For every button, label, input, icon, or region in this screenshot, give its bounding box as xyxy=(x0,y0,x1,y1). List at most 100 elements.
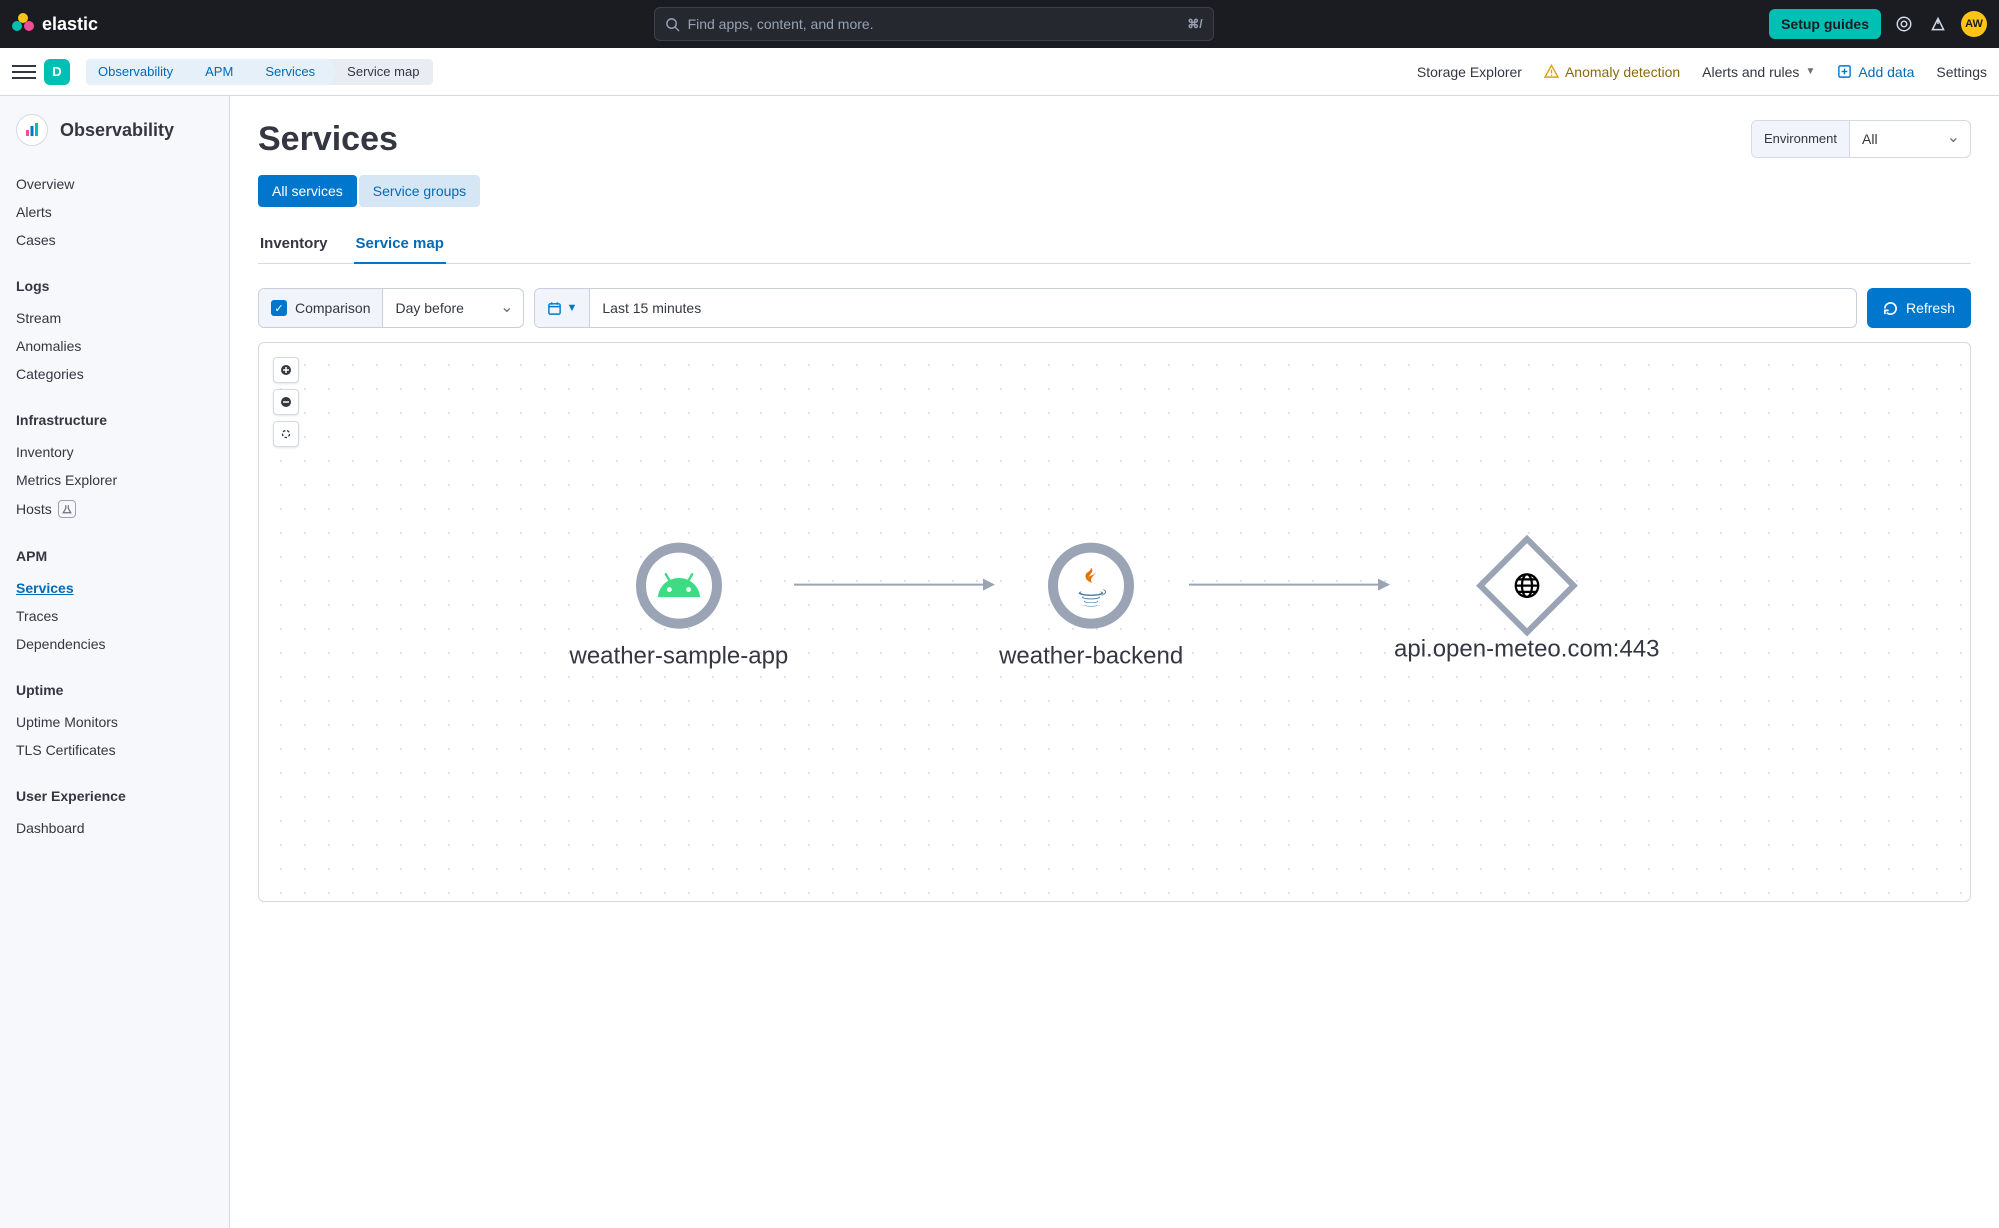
refresh-button[interactable]: Refresh xyxy=(1867,288,1971,328)
help-icon[interactable] xyxy=(1927,13,1949,35)
zoom-in-button[interactable] xyxy=(273,357,299,383)
sidebar-group-uptime: Uptime Uptime Monitors TLS Certificates xyxy=(16,682,213,764)
checkbox-checked-icon: ✓ xyxy=(271,300,287,316)
elastic-logo[interactable]: elastic xyxy=(12,13,98,35)
group-title-logs: Logs xyxy=(16,278,213,294)
date-picker: ▼ Last 15 minutes xyxy=(534,288,1856,328)
android-icon xyxy=(656,563,702,609)
sidebar-item-hosts[interactable]: Hosts xyxy=(16,494,213,524)
globe-icon xyxy=(1512,571,1542,601)
sidebar-item-services[interactable]: Services xyxy=(16,574,213,602)
group-title-apm: APM xyxy=(16,548,213,564)
add-data-label: Add data xyxy=(1858,64,1914,80)
alerts-label: Alerts and rules xyxy=(1702,64,1799,80)
comparison-toggle[interactable]: ✓ Comparison xyxy=(259,289,383,327)
setup-guides-button[interactable]: Setup guides xyxy=(1769,9,1881,39)
breadcrumbs: Observability APM Services Service map xyxy=(86,59,433,85)
global-search[interactable]: ⌘/ xyxy=(654,7,1214,41)
date-range-value[interactable]: Last 15 minutes xyxy=(590,289,1856,327)
sidebar-item-overview[interactable]: Overview xyxy=(16,170,213,198)
sub-nav: D Observability APM Services Service map… xyxy=(0,48,1999,96)
sidebar-item-inventory[interactable]: Inventory xyxy=(16,438,213,466)
sidebar-item-uptime-monitors[interactable]: Uptime Monitors xyxy=(16,708,213,736)
service-map-canvas[interactable]: weather-sample-app weather-backend api.o… xyxy=(258,342,1971,902)
sidebar-item-cases[interactable]: Cases xyxy=(16,226,213,254)
warning-icon xyxy=(1544,64,1559,79)
sidebar-top-group: Overview Alerts Cases xyxy=(16,170,213,254)
tab-service-map[interactable]: Service map xyxy=(354,227,446,264)
storage-explorer-link[interactable]: Storage Explorer xyxy=(1417,64,1522,80)
service-node-java[interactable]: weather-backend xyxy=(999,543,1183,671)
nav-toggle-button[interactable] xyxy=(12,60,36,84)
tab-inventory[interactable]: Inventory xyxy=(258,227,330,264)
logo-icon xyxy=(12,13,34,35)
search-input[interactable] xyxy=(688,16,1180,32)
pill-all-services[interactable]: All services xyxy=(258,175,357,207)
sidebar: Observability Overview Alerts Cases Logs… xyxy=(0,96,230,1228)
sidebar-item-dependencies[interactable]: Dependencies xyxy=(16,630,213,658)
node-label: api.open-meteo.com:443 xyxy=(1394,636,1660,664)
sidebar-title: Observability xyxy=(60,120,174,141)
sidebar-item-traces[interactable]: Traces xyxy=(16,602,213,630)
breadcrumb-current: Service map xyxy=(329,59,433,85)
brand-text: elastic xyxy=(42,14,98,35)
sidebar-group-ux: User Experience Dashboard xyxy=(16,788,213,842)
sidebar-item-stream[interactable]: Stream xyxy=(16,304,213,332)
observability-icon xyxy=(16,114,48,146)
breadcrumb-services[interactable]: Services xyxy=(247,59,329,85)
breadcrumb-observability[interactable]: Observability xyxy=(86,59,187,85)
calendar-icon xyxy=(547,301,562,316)
settings-link[interactable]: Settings xyxy=(1936,64,1987,80)
node-shape xyxy=(636,543,722,629)
add-data-icon xyxy=(1837,64,1852,79)
hosts-label: Hosts xyxy=(16,501,52,517)
refresh-icon xyxy=(1883,301,1898,316)
comparison-select[interactable]: Day before xyxy=(383,289,523,327)
breadcrumb-apm[interactable]: APM xyxy=(187,59,247,85)
anomaly-detection-link[interactable]: Anomaly detection xyxy=(1544,64,1680,80)
pill-service-groups[interactable]: Service groups xyxy=(359,175,480,207)
sidebar-group-logs: Logs Stream Anomalies Categories xyxy=(16,278,213,388)
sidebar-group-infrastructure: Infrastructure Inventory Metrics Explore… xyxy=(16,412,213,524)
plus-icon xyxy=(280,364,292,376)
topbar-right: Setup guides AW xyxy=(1769,9,1987,39)
sidebar-item-dashboard[interactable]: Dashboard xyxy=(16,814,213,842)
chevron-down-icon: ▼ xyxy=(566,302,577,314)
sidebar-item-metrics-explorer[interactable]: Metrics Explorer xyxy=(16,466,213,494)
fit-button[interactable] xyxy=(273,421,299,447)
sidebar-item-alerts[interactable]: Alerts xyxy=(16,198,213,226)
service-node-external[interactable]: api.open-meteo.com:443 xyxy=(1394,550,1660,664)
minus-icon xyxy=(280,396,292,408)
java-icon xyxy=(1069,564,1113,608)
zoom-controls xyxy=(273,357,299,447)
group-title-infra: Infrastructure xyxy=(16,412,213,428)
page-title: Services xyxy=(258,120,398,159)
service-node-android[interactable]: weather-sample-app xyxy=(570,543,789,671)
user-avatar[interactable]: AW xyxy=(1961,11,1987,37)
search-shortcut: ⌘/ xyxy=(1187,17,1202,31)
sidebar-header[interactable]: Observability xyxy=(16,114,213,146)
search-icon xyxy=(665,17,680,32)
service-view-pills: All services Service groups xyxy=(258,175,1971,207)
env-select[interactable]: All xyxy=(1850,121,1970,157)
sidebar-item-categories[interactable]: Categories xyxy=(16,360,213,388)
alerts-rules-link[interactable]: Alerts and rules ▼ xyxy=(1702,64,1815,80)
newsfeed-icon[interactable] xyxy=(1893,13,1915,35)
edge-arrow xyxy=(1189,584,1388,586)
space-selector[interactable]: D xyxy=(44,59,70,85)
group-title-uptime: Uptime xyxy=(16,682,213,698)
sidebar-item-anomalies[interactable]: Anomalies xyxy=(16,332,213,360)
add-data-link[interactable]: Add data xyxy=(1837,64,1914,80)
controls-row: ✓ Comparison Day before ▼ Last 15 minute… xyxy=(258,288,1971,328)
sidebar-item-tls-certs[interactable]: TLS Certificates xyxy=(16,736,213,764)
date-quick-button[interactable]: ▼ xyxy=(535,289,590,327)
zoom-out-button[interactable] xyxy=(273,389,299,415)
node-label: weather-backend xyxy=(999,643,1183,671)
env-label: Environment xyxy=(1752,121,1850,157)
layout: Observability Overview Alerts Cases Logs… xyxy=(0,96,1999,1228)
target-icon xyxy=(279,427,293,441)
comparison-label: Comparison xyxy=(295,300,370,316)
sidebar-group-apm: APM Services Traces Dependencies xyxy=(16,548,213,658)
top-nav: elastic ⌘/ Setup guides AW xyxy=(0,0,1999,48)
sub-left: D Observability APM Services Service map xyxy=(12,59,433,85)
